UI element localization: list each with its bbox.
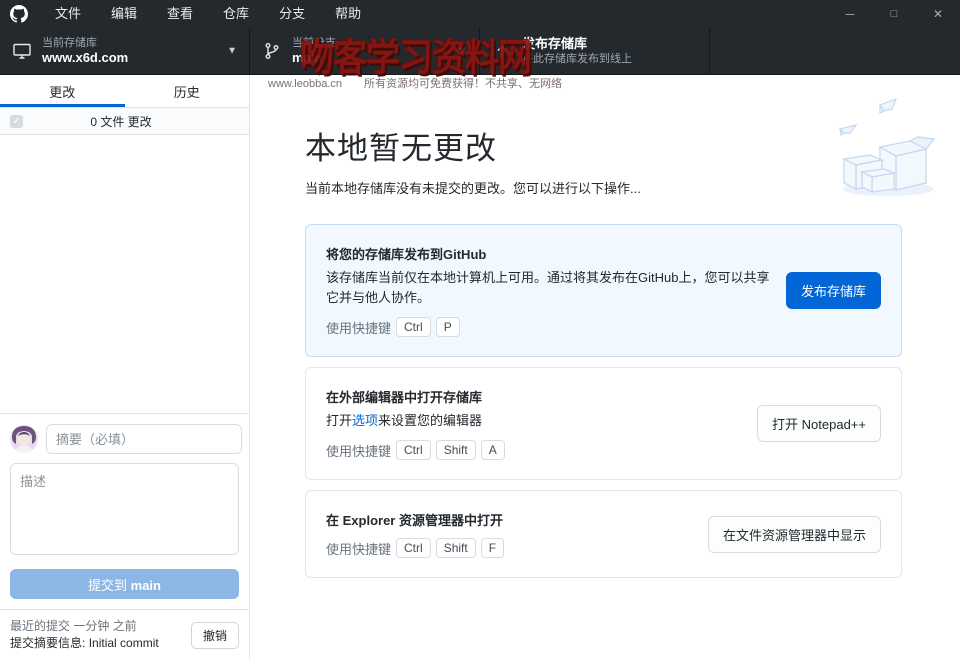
open-editor-card: 在外部编辑器中打开存储库 打开选项来设置您的编辑器 使用快捷键 Ctrl Shi… — [305, 367, 902, 481]
editor-body-pre: 打开 — [326, 413, 353, 429]
last-commit-text: 最近的提交 一分钟 之前 提交摘要信息: Initial commit — [10, 618, 191, 652]
user-avatar — [10, 425, 38, 453]
repository-text: 当前存储库 www.x6d.com — [42, 36, 128, 66]
menu-repository[interactable]: 仓库 — [208, 0, 264, 28]
open-explorer-card-title: 在 Explorer 资源管理器中打开 — [326, 513, 503, 529]
action-cards: 将您的存储库发布到GitHub 该存储库当前仅在本地计算机上可用。通过将其发布在… — [305, 224, 902, 579]
branch-text: 当前分支 main — [292, 36, 336, 66]
key-shift: Shift — [435, 440, 476, 461]
minimize-icon[interactable]: ─ — [828, 0, 872, 28]
open-explorer-card-text: 在 Explorer 资源管理器中打开 使用快捷键 Ctrl Shift F — [326, 510, 692, 559]
page-subtitle: 当前本地存储库没有未提交的更改。您可以进行以下操作... — [305, 181, 641, 196]
shortcut-label: 使用快捷键 — [326, 320, 392, 336]
key-shift: Shift — [435, 538, 476, 559]
menu-branch[interactable]: 分支 — [264, 0, 320, 28]
branch-label: 当前分支 — [292, 37, 336, 49]
github-desktop-window: 文件 编辑 查看 仓库 分支 帮助 ─ □ ✕ 当前存储库 www.x6d.co… — [0, 0, 960, 660]
menu-file[interactable]: 文件 — [40, 0, 96, 28]
toolbar: 当前存储库 www.x6d.com ▼ 当前分支 main ▼ 发布存储库 将此… — [0, 28, 960, 75]
commit-button-prefix: 提交到 — [88, 577, 131, 593]
repository-name: www.x6d.com — [42, 50, 129, 65]
upload-arrow-icon — [497, 45, 507, 57]
last-commit-time: 最近的提交 一分钟 之前 — [10, 619, 137, 633]
tab-changes[interactable]: 更改 — [0, 75, 125, 107]
last-commit-summary-value: Initial commit — [88, 636, 159, 650]
undo-button[interactable]: 撤销 — [190, 621, 239, 649]
editor-body-post: 来设置您的编辑器 — [378, 413, 483, 429]
chevron-down-icon: ▼ — [457, 45, 467, 57]
branch-name: main — [292, 50, 323, 65]
key-f: F — [480, 538, 505, 559]
options-link[interactable]: 选项 — [352, 413, 378, 428]
menu-help[interactable]: 帮助 — [320, 0, 376, 28]
monitor-icon — [13, 43, 31, 59]
toolbar-empty-section — [710, 28, 960, 74]
publish-card-body: 该存储库当前仅在本地计算机上可用。通过将其发布在GitHub上，您可以共享它并与… — [326, 270, 770, 306]
commit-form: 提交到 main — [0, 413, 249, 609]
commit-button-branch: main — [130, 577, 161, 593]
maximize-icon[interactable]: □ — [872, 0, 916, 28]
publish-title: 发布存储库 — [522, 36, 588, 51]
current-branch-button[interactable]: 当前分支 main ▼ — [250, 28, 480, 74]
files-changed-count: 0 文件 更改 — [90, 114, 152, 129]
open-editor-shortcut: 使用快捷键 Ctrl Shift A — [326, 440, 741, 461]
publish-shortcut: 使用快捷键 Ctrl P — [326, 317, 770, 338]
menu-view[interactable]: 查看 — [152, 0, 208, 28]
open-explorer-shortcut: 使用快捷键 Ctrl Shift F — [326, 538, 692, 559]
changed-files-list — [0, 135, 249, 413]
publish-repository-card-button[interactable]: 发布存储库 — [785, 272, 881, 310]
no-changes-content: 本地暂无更改 当前本地存储库没有未提交的更改。您可以进行以下操作... 将您的存… — [305, 123, 902, 579]
sidebar: 更改 历史 ✓ 0 文件 更改 摘要（必填） 描述 提交到 main 最近的提交… — [0, 75, 250, 660]
repository-label: 当前存储库 — [42, 37, 97, 49]
titlebar: 文件 编辑 查看 仓库 分支 帮助 ─ □ ✕ — [0, 0, 960, 28]
open-editor-card-body: 打开选项来设置您的编辑器 — [326, 411, 741, 431]
shortcut-label: 使用快捷键 — [326, 541, 392, 557]
publish-card-text: 将您的存储库发布到GitHub 该存储库当前仅在本地计算机上可用。通过将其发布在… — [326, 244, 770, 338]
open-explorer-card: 在 Explorer 资源管理器中打开 使用快捷键 Ctrl Shift F 在… — [305, 490, 902, 579]
menu-edit[interactable]: 编辑 — [96, 0, 152, 28]
key-ctrl: Ctrl — [396, 538, 431, 559]
chevron-down-icon: ▼ — [227, 45, 237, 57]
checked-checkbox-icon[interactable]: ✓ — [10, 114, 23, 128]
main-panel: 本地暂无更改 当前本地存储库没有未提交的更改。您可以进行以下操作... 将您的存… — [250, 75, 960, 660]
commit-summary-row — [10, 424, 242, 454]
last-commit-summary-label: 提交摘要信息: — [10, 636, 86, 650]
open-editor-card-text: 在外部编辑器中打开存储库 打开选项来设置您的编辑器 使用快捷键 Ctrl Shi… — [326, 387, 741, 461]
files-changed-row: ✓ 0 文件 更改 — [0, 108, 249, 135]
key-p: P — [435, 317, 460, 338]
commit-summary-input[interactable] — [46, 424, 242, 454]
git-branch-icon — [265, 43, 279, 59]
key-ctrl: Ctrl — [396, 440, 431, 461]
shortcut-label: 使用快捷键 — [326, 443, 392, 459]
tab-history[interactable]: 历史 — [125, 75, 250, 107]
commit-description-input[interactable] — [10, 463, 239, 555]
sidebar-tabs: 更改 历史 — [0, 75, 249, 108]
last-commit-summary: 提交摘要信息: Initial commit — [10, 635, 191, 652]
page-title: 本地暂无更改 — [305, 131, 497, 166]
publish-repository-button[interactable]: 发布存储库 将此存储库发布到线上 — [480, 28, 710, 74]
close-icon[interactable]: ✕ — [916, 0, 960, 28]
publish-text: 发布存储库 将此存储库发布到线上 — [522, 36, 632, 66]
open-editor-button[interactable]: 打开 Notepad++ — [757, 405, 881, 443]
publish-subtitle: 将此存储库发布到线上 — [522, 53, 632, 65]
publish-card-title: 将您的存储库发布到GitHub — [326, 247, 487, 262]
github-logo-icon — [10, 5, 28, 23]
commit-button[interactable]: 提交到 main — [10, 569, 239, 599]
key-ctrl: Ctrl — [396, 317, 431, 338]
current-repository-button[interactable]: 当前存储库 www.x6d.com ▼ — [0, 28, 250, 74]
last-commit-footer: 最近的提交 一分钟 之前 提交摘要信息: Initial commit 撤销 — [0, 609, 249, 660]
key-a: A — [480, 440, 505, 461]
open-editor-card-title: 在外部编辑器中打开存储库 — [326, 390, 483, 406]
publish-card: 将您的存储库发布到GitHub 该存储库当前仅在本地计算机上可用。通过将其发布在… — [305, 224, 902, 358]
show-in-explorer-button[interactable]: 在文件资源管理器中显示 — [707, 515, 881, 553]
